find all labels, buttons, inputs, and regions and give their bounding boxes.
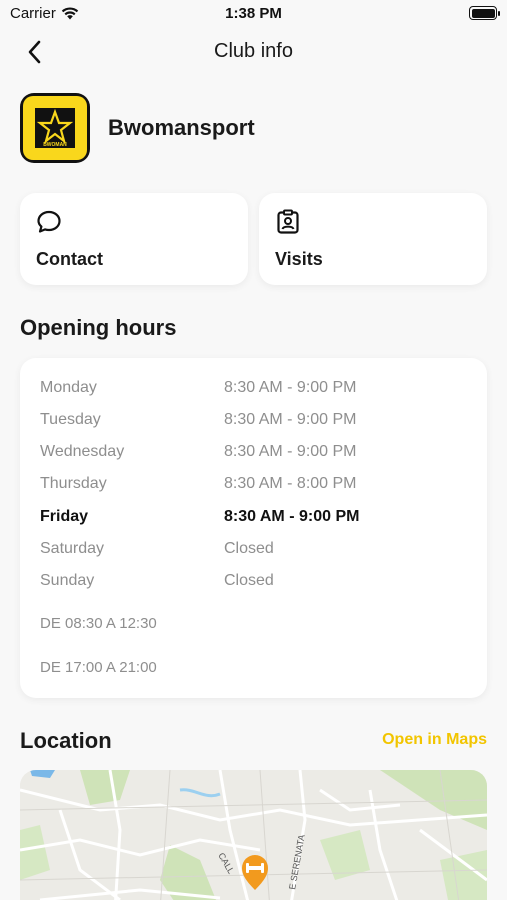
day-label: Monday: [40, 379, 97, 396]
day-label: Saturday: [40, 540, 105, 557]
hours-value: 8:30 AM - 8:00 PM: [224, 475, 357, 492]
map-canvas: CALL E SERENATA: [20, 770, 487, 900]
visits-label: Visits: [275, 249, 323, 269]
contact-button[interactable]: Contact: [20, 193, 248, 285]
club-logo: BWOMAN: [20, 93, 90, 163]
hours-value: 8:30 AM - 9:00 PM: [224, 379, 357, 396]
location-map[interactable]: CALL E SERENATA: [20, 770, 487, 900]
day-label: Sunday: [40, 572, 95, 589]
opening-hours-title: Opening hours: [20, 315, 177, 340]
chat-bubble-icon: [37, 210, 61, 233]
open-in-maps-link[interactable]: Open in Maps: [382, 731, 487, 749]
location-title: Location: [20, 728, 112, 753]
clock: 1:38 PM: [225, 5, 282, 22]
day-label: Thursday: [40, 475, 107, 492]
star-icon: BWOMAN: [35, 108, 75, 148]
day-label: Friday: [40, 508, 89, 525]
day-label: Wednesday: [40, 443, 125, 460]
hours-value: Closed: [224, 572, 274, 589]
page-title: Club info: [214, 40, 293, 62]
club-name: Bwomansport: [108, 115, 255, 140]
status-bar: Carrier 1:38 PM: [0, 0, 507, 28]
visits-button[interactable]: Visits: [259, 193, 487, 285]
svg-text:BWOMAN: BWOMAN: [43, 142, 67, 148]
battery-icon: [469, 6, 500, 20]
day-label: Tuesday: [40, 411, 101, 428]
hours-value: 8:30 AM - 9:00 PM: [224, 411, 357, 428]
hours-value: 8:30 AM - 9:00 PM: [224, 508, 360, 525]
hours-note: DE 08:30 A 12:30: [40, 615, 157, 632]
hours-note: DE 17:00 A 21:00: [40, 659, 157, 676]
contact-label: Contact: [36, 249, 103, 269]
navigation-bar: Club info: [0, 30, 507, 72]
opening-hours-card: Monday 8:30 AM - 9:00 PM Tuesday 8:30 AM…: [20, 358, 487, 698]
badge-icon: [277, 209, 299, 234]
hours-value: Closed: [224, 540, 274, 557]
hours-value: 8:30 AM - 9:00 PM: [224, 443, 357, 460]
club-header: BWOMAN Bwomansport: [20, 93, 255, 163]
